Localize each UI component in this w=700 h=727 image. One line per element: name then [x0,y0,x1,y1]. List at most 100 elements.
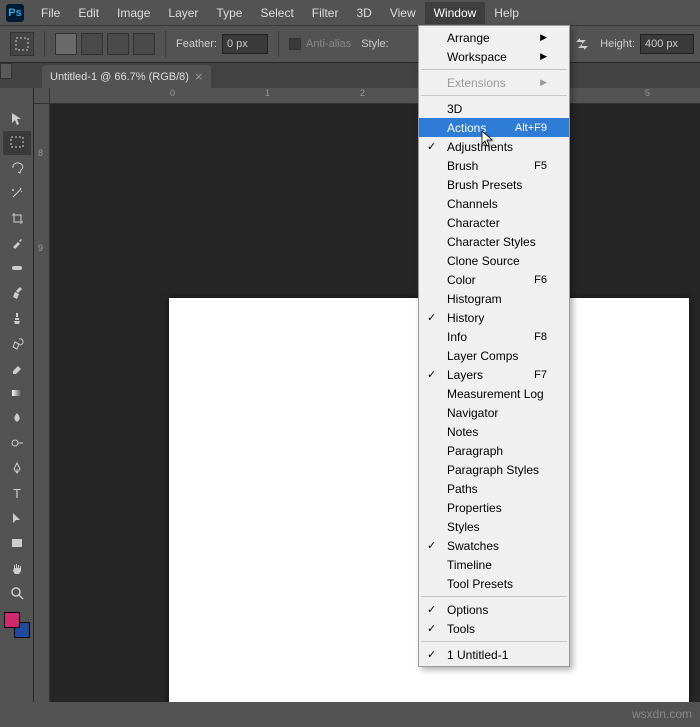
antialias-field: Anti-alias [289,38,351,50]
menu-item-label: Character [447,216,500,230]
menu-item-character-styles[interactable]: Character Styles [419,232,569,251]
menu-3d[interactable]: 3D [347,2,380,24]
menu-item-label: Layers [447,368,483,382]
menu-item-layer-comps[interactable]: Layer Comps [419,346,569,365]
dodge-tool[interactable] [3,431,31,455]
active-tool-icon[interactable] [10,32,34,56]
close-icon[interactable]: × [195,69,203,84]
menu-item-options[interactable]: ✓Options [419,600,569,619]
menu-item-paragraph-styles[interactable]: Paragraph Styles [419,460,569,479]
swap-icon[interactable] [574,36,590,52]
feather-input[interactable]: 0 px [222,34,268,54]
menu-item-tool-presets[interactable]: Tool Presets [419,574,569,593]
menu-item-history[interactable]: ✓ History [419,308,569,327]
eraser-tool[interactable] [3,356,31,380]
menu-item-tools[interactable]: ✓Tools [419,619,569,638]
canvas-viewport[interactable]: 0123456 89 [34,88,700,702]
healing-brush-tool[interactable] [3,256,31,280]
menu-item-label: Layer Comps [447,349,518,363]
menu-file[interactable]: File [32,2,69,24]
menu-item-label: 1 Untitled-1 [447,648,508,662]
menu-item-color[interactable]: ColorF6 [419,270,569,289]
menu-item-label: Clone Source [447,254,520,268]
submenu-arrow-icon: ▶ [540,32,547,43]
menu-item-label: Properties [447,501,502,515]
feather-label: Feather: [176,38,217,50]
brush-tool[interactable] [3,281,31,305]
menu-item-channels[interactable]: Channels [419,194,569,213]
menu-select[interactable]: Select [251,2,302,24]
menu-edit[interactable]: Edit [69,2,108,24]
check-icon: ✓ [427,648,436,661]
blur-tool[interactable] [3,406,31,430]
menu-item-layers[interactable]: ✓LayersF7 [419,365,569,384]
document-tab[interactable]: Untitled-1 @ 66.7% (RGB/8) × [42,65,211,88]
clone-stamp-tool[interactable] [3,306,31,330]
hand-tool[interactable] [3,556,31,580]
options-bar: Feather: 0 px Anti-alias Style: Height: … [0,25,700,63]
height-field: Height: 400 px [600,34,694,54]
menu-item-label: Tool Presets [447,577,513,591]
menu-item-navigator[interactable]: Navigator [419,403,569,422]
lasso-tool[interactable] [3,156,31,180]
menu-item-timeline[interactable]: Timeline [419,555,569,574]
check-icon: ✓ [427,622,436,635]
menu-item-paths[interactable]: Paths [419,479,569,498]
menu-item-brush[interactable]: BrushF5 [419,156,569,175]
foreground-color-swatch[interactable] [4,612,20,628]
menu-item-label: Arrange [447,31,490,45]
magic-wand-tool[interactable] [3,181,31,205]
menu-item-measurement-log[interactable]: Measurement Log [419,384,569,403]
menu-layer[interactable]: Layer [159,2,207,24]
selection-subtract-button[interactable] [107,33,129,55]
rectangle-shape-tool[interactable] [3,531,31,555]
menu-item-workspace[interactable]: Workspace▶ [419,47,569,66]
path-selection-tool[interactable] [3,506,31,530]
menu-item-1-untitled-1[interactable]: ✓ 1 Untitled-1 [419,645,569,664]
menu-item-properties[interactable]: Properties [419,498,569,517]
menu-type[interactable]: Type [207,2,251,24]
pen-tool[interactable] [3,456,31,480]
menu-item-3d[interactable]: 3D [419,99,569,118]
menu-item-paragraph[interactable]: Paragraph [419,441,569,460]
menu-item-swatches[interactable]: ✓Swatches [419,536,569,555]
gradient-tool[interactable] [3,381,31,405]
app-logo-icon: Ps [6,4,24,22]
menu-filter[interactable]: Filter [303,2,348,24]
antialias-checkbox[interactable] [289,38,301,50]
check-icon: ✓ [427,368,436,381]
history-brush-tool[interactable] [3,331,31,355]
type-tool[interactable]: T [3,481,31,505]
move-tool[interactable] [3,106,31,130]
menu-help[interactable]: Help [485,2,528,24]
menu-image[interactable]: Image [108,2,159,24]
selection-new-button[interactable] [55,33,77,55]
menu-view[interactable]: View [381,2,425,24]
color-swatches[interactable] [4,612,30,638]
menu-item-info[interactable]: InfoF8 [419,327,569,346]
crop-tool[interactable] [3,206,31,230]
selection-intersect-button[interactable] [133,33,155,55]
menu-window[interactable]: Window [425,2,486,24]
menu-item-label: History [447,311,484,325]
selection-add-button[interactable] [81,33,103,55]
menu-shortcut: F5 [534,160,547,172]
ruler-tick: 9 [38,243,43,253]
menu-item-histogram[interactable]: Histogram [419,289,569,308]
eyedropper-tool[interactable] [3,231,31,255]
zoom-tool[interactable] [3,581,31,605]
menu-item-character[interactable]: Character [419,213,569,232]
menu-item-styles[interactable]: Styles [419,517,569,536]
menu-item-brush-presets[interactable]: Brush Presets [419,175,569,194]
rectangular-marquee-tool[interactable] [3,131,31,155]
menu-item-arrange[interactable]: Arrange ▶ [419,28,569,47]
panel-toggle-icon[interactable] [0,63,12,79]
menu-item-clone-source[interactable]: Clone Source [419,251,569,270]
separator [165,31,166,57]
antialias-label: Anti-alias [306,38,351,50]
menu-item-notes[interactable]: Notes [419,422,569,441]
check-icon: ✓ [427,311,436,324]
ruler-tick: 5 [645,88,650,98]
window-menu-dropdown: Arrange▶Workspace▶Extensions▶3DActionsAl… [418,25,570,667]
height-input[interactable]: 400 px [640,34,694,54]
